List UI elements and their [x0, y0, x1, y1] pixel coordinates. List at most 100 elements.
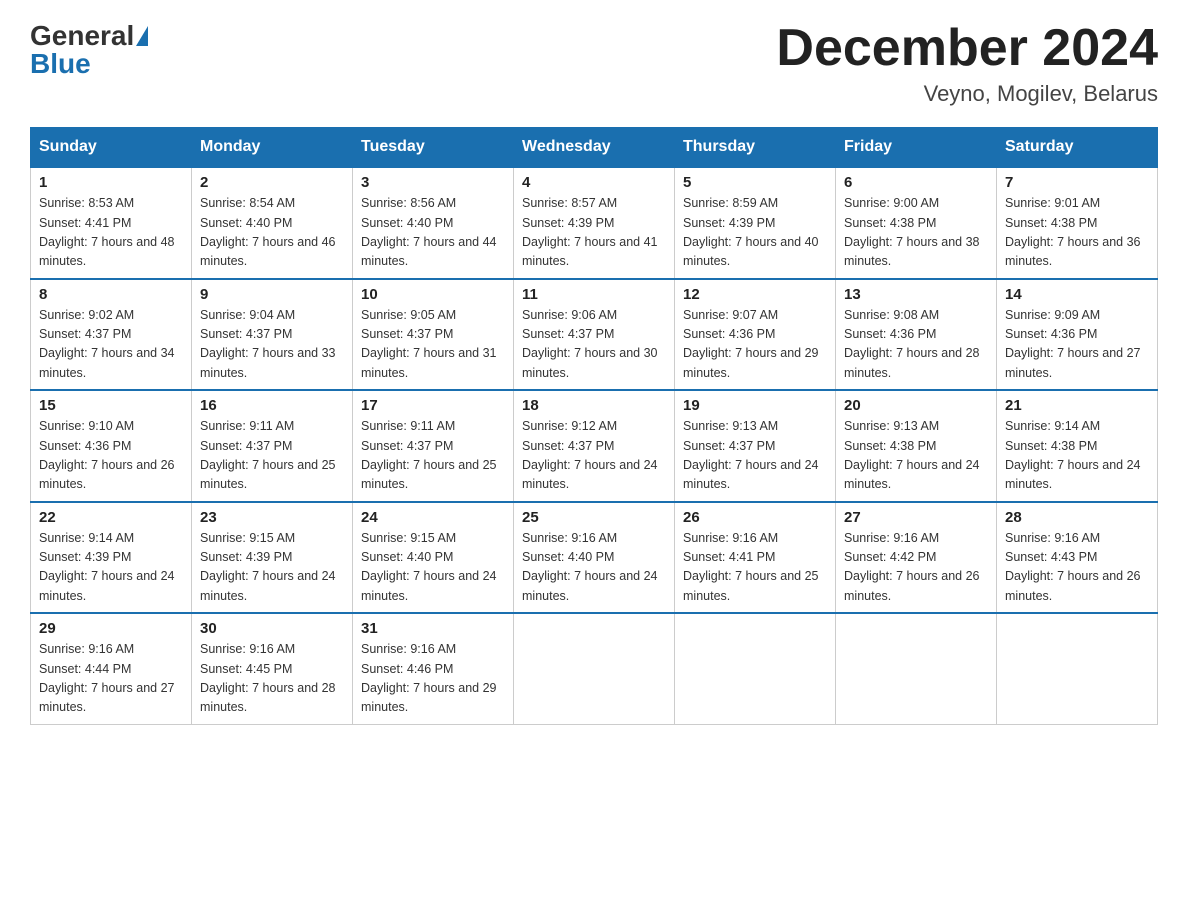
calendar-cell	[514, 613, 675, 724]
location: Veyno, Mogilev, Belarus	[776, 81, 1158, 107]
day-info: Sunrise: 9:16 AMSunset: 4:46 PMDaylight:…	[361, 642, 497, 714]
day-number: 16	[200, 397, 344, 414]
week-row-1: 1Sunrise: 8:53 AMSunset: 4:41 PMDaylight…	[31, 167, 1158, 279]
calendar-cell	[997, 613, 1158, 724]
day-info: Sunrise: 9:15 AMSunset: 4:40 PMDaylight:…	[361, 531, 497, 603]
day-info: Sunrise: 9:06 AMSunset: 4:37 PMDaylight:…	[522, 308, 658, 380]
day-info: Sunrise: 9:11 AMSunset: 4:37 PMDaylight:…	[361, 419, 497, 491]
day-header-friday: Friday	[836, 128, 997, 168]
day-info: Sunrise: 9:02 AMSunset: 4:37 PMDaylight:…	[39, 308, 175, 380]
day-number: 7	[1005, 174, 1149, 191]
week-row-4: 22 Sunrise: 9:14 AMSunset: 4:39 PMDayligh…	[31, 502, 1158, 614]
week-row-2: 8 Sunrise: 9:02 AMSunset: 4:37 PMDaylight…	[31, 279, 1158, 391]
calendar-table: SundayMondayTuesdayWednesdayThursdayFrid…	[30, 127, 1158, 725]
day-number: 4	[522, 174, 666, 191]
calendar-cell: 27 Sunrise: 9:16 AMSunset: 4:42 PMDayligh…	[836, 502, 997, 614]
day-info: Sunrise: 9:13 AMSunset: 4:37 PMDaylight:…	[683, 419, 819, 491]
day-number: 5	[683, 174, 827, 191]
day-info: Sunrise: 9:16 AMSunset: 4:40 PMDaylight:…	[522, 531, 658, 603]
day-info: Sunrise: 9:11 AMSunset: 4:37 PMDaylight:…	[200, 419, 336, 491]
day-number: 27	[844, 509, 988, 526]
month-title: December 2024	[776, 20, 1158, 77]
day-info: Sunrise: 9:16 AMSunset: 4:41 PMDaylight:…	[683, 531, 819, 603]
calendar-cell	[836, 613, 997, 724]
day-info: Sunrise: 9:15 AMSunset: 4:39 PMDaylight:…	[200, 531, 336, 603]
calendar-cell: 9 Sunrise: 9:04 AMSunset: 4:37 PMDaylight…	[192, 279, 353, 391]
calendar-cell: 12 Sunrise: 9:07 AMSunset: 4:36 PMDayligh…	[675, 279, 836, 391]
day-info: Sunrise: 9:16 AMSunset: 4:44 PMDaylight:…	[39, 642, 175, 714]
day-info: Sunrise: 9:07 AMSunset: 4:36 PMDaylight:…	[683, 308, 819, 380]
day-number: 17	[361, 397, 505, 414]
calendar-cell: 11Sunrise: 9:06 AMSunset: 4:37 PMDayligh…	[514, 279, 675, 391]
day-number: 26	[683, 509, 827, 526]
calendar-cell: 16 Sunrise: 9:11 AMSunset: 4:37 PMDayligh…	[192, 390, 353, 502]
day-number: 9	[200, 286, 344, 303]
calendar-cell: 15 Sunrise: 9:10 AMSunset: 4:36 PMDayligh…	[31, 390, 192, 502]
day-number: 2	[200, 174, 344, 191]
day-info: Sunrise: 8:56 AMSunset: 4:40 PMDaylight:…	[361, 196, 497, 268]
day-header-wednesday: Wednesday	[514, 128, 675, 168]
day-number: 29	[39, 620, 183, 637]
calendar-cell: 3 Sunrise: 8:56 AMSunset: 4:40 PMDaylight…	[353, 167, 514, 279]
day-number: 13	[844, 286, 988, 303]
day-info: Sunrise: 9:16 AMSunset: 4:42 PMDaylight:…	[844, 531, 980, 603]
day-info: Sunrise: 9:14 AMSunset: 4:39 PMDaylight:…	[39, 531, 175, 603]
week-row-3: 15 Sunrise: 9:10 AMSunset: 4:36 PMDayligh…	[31, 390, 1158, 502]
day-number: 18	[522, 397, 666, 414]
day-info: Sunrise: 9:10 AMSunset: 4:36 PMDaylight:…	[39, 419, 175, 491]
day-number: 8	[39, 286, 183, 303]
day-number: 20	[844, 397, 988, 414]
calendar-cell: 4 Sunrise: 8:57 AMSunset: 4:39 PMDaylight…	[514, 167, 675, 279]
calendar-cell: 13 Sunrise: 9:08 AMSunset: 4:36 PMDayligh…	[836, 279, 997, 391]
day-number: 28	[1005, 509, 1149, 526]
day-info: Sunrise: 8:59 AMSunset: 4:39 PMDaylight:…	[683, 196, 819, 268]
calendar-cell: 30 Sunrise: 9:16 AMSunset: 4:45 PMDayligh…	[192, 613, 353, 724]
days-header-row: SundayMondayTuesdayWednesdayThursdayFrid…	[31, 128, 1158, 168]
day-number: 3	[361, 174, 505, 191]
page-header: General Blue December 2024 Veyno, Mogile…	[30, 20, 1158, 107]
day-number: 1	[39, 174, 183, 191]
day-number: 30	[200, 620, 344, 637]
day-number: 21	[1005, 397, 1149, 414]
day-info: Sunrise: 8:54 AMSunset: 4:40 PMDaylight:…	[200, 196, 336, 268]
calendar-cell: 23 Sunrise: 9:15 AMSunset: 4:39 PMDayligh…	[192, 502, 353, 614]
day-info: Sunrise: 9:01 AMSunset: 4:38 PMDaylight:…	[1005, 196, 1141, 268]
calendar-cell: 10Sunrise: 9:05 AMSunset: 4:37 PMDayligh…	[353, 279, 514, 391]
day-info: Sunrise: 9:04 AMSunset: 4:37 PMDaylight:…	[200, 308, 336, 380]
day-info: Sunrise: 9:13 AMSunset: 4:38 PMDaylight:…	[844, 419, 980, 491]
calendar-cell: 22 Sunrise: 9:14 AMSunset: 4:39 PMDayligh…	[31, 502, 192, 614]
calendar-cell: 7 Sunrise: 9:01 AMSunset: 4:38 PMDaylight…	[997, 167, 1158, 279]
day-number: 23	[200, 509, 344, 526]
calendar-cell: 21Sunrise: 9:14 AMSunset: 4:38 PMDayligh…	[997, 390, 1158, 502]
logo-triangle-icon	[136, 26, 148, 46]
calendar-cell: 18Sunrise: 9:12 AMSunset: 4:37 PMDayligh…	[514, 390, 675, 502]
calendar-cell	[675, 613, 836, 724]
day-info: Sunrise: 9:08 AMSunset: 4:36 PMDaylight:…	[844, 308, 980, 380]
day-header-thursday: Thursday	[675, 128, 836, 168]
day-header-saturday: Saturday	[997, 128, 1158, 168]
logo: General Blue	[30, 20, 150, 80]
calendar-cell: 17 Sunrise: 9:11 AMSunset: 4:37 PMDayligh…	[353, 390, 514, 502]
calendar-cell: 6 Sunrise: 9:00 AMSunset: 4:38 PMDaylight…	[836, 167, 997, 279]
day-number: 6	[844, 174, 988, 191]
title-area: December 2024 Veyno, Mogilev, Belarus	[776, 20, 1158, 107]
day-info: Sunrise: 8:57 AMSunset: 4:39 PMDaylight:…	[522, 196, 658, 268]
day-info: Sunrise: 9:16 AMSunset: 4:45 PMDaylight:…	[200, 642, 336, 714]
calendar-cell: 2 Sunrise: 8:54 AMSunset: 4:40 PMDaylight…	[192, 167, 353, 279]
day-number: 22	[39, 509, 183, 526]
day-info: Sunrise: 9:05 AMSunset: 4:37 PMDaylight:…	[361, 308, 497, 380]
calendar-cell: 5 Sunrise: 8:59 AMSunset: 4:39 PMDaylight…	[675, 167, 836, 279]
day-header-tuesday: Tuesday	[353, 128, 514, 168]
day-number: 25	[522, 509, 666, 526]
calendar-cell: 20 Sunrise: 9:13 AMSunset: 4:38 PMDayligh…	[836, 390, 997, 502]
day-info: Sunrise: 9:00 AMSunset: 4:38 PMDaylight:…	[844, 196, 980, 268]
day-info: Sunrise: 9:16 AMSunset: 4:43 PMDaylight:…	[1005, 531, 1141, 603]
calendar-cell: 28 Sunrise: 9:16 AMSunset: 4:43 PMDayligh…	[997, 502, 1158, 614]
calendar-cell: 19Sunrise: 9:13 AMSunset: 4:37 PMDayligh…	[675, 390, 836, 502]
calendar-cell: 24Sunrise: 9:15 AMSunset: 4:40 PMDayligh…	[353, 502, 514, 614]
day-number: 15	[39, 397, 183, 414]
calendar-cell: 31Sunrise: 9:16 AMSunset: 4:46 PMDayligh…	[353, 613, 514, 724]
day-number: 14	[1005, 286, 1149, 303]
day-number: 12	[683, 286, 827, 303]
day-info: Sunrise: 9:09 AMSunset: 4:36 PMDaylight:…	[1005, 308, 1141, 380]
